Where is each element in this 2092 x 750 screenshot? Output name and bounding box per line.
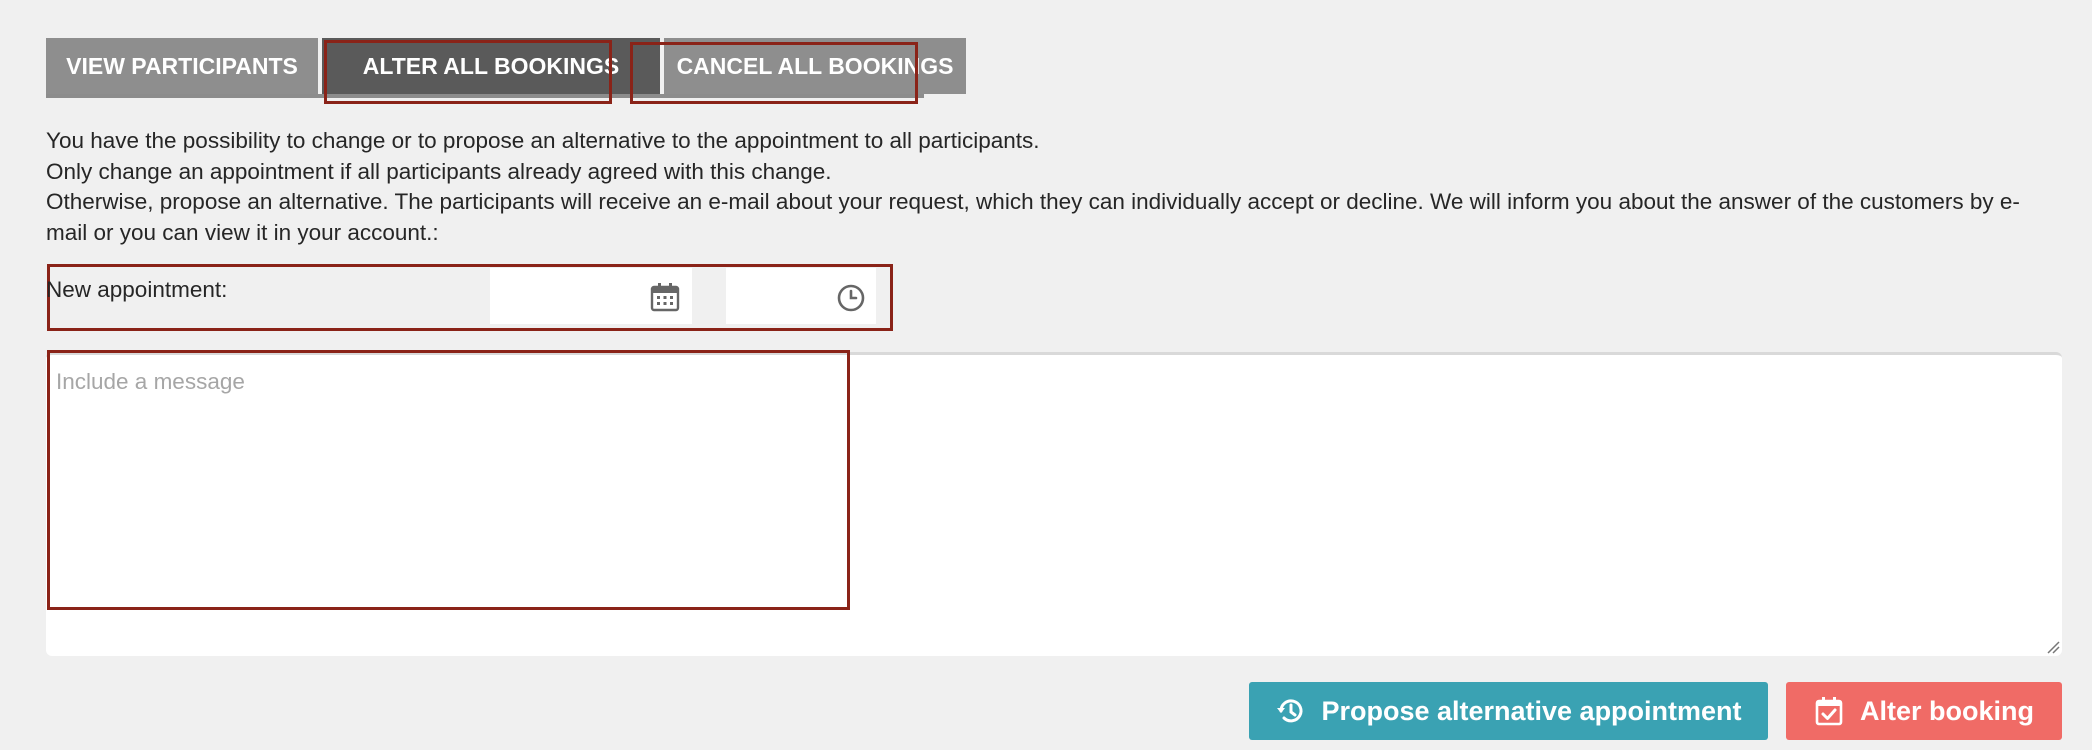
intro-line-2: Only change an appointment if all partic… — [46, 158, 832, 184]
history-icon — [1277, 699, 1303, 723]
date-input[interactable] — [490, 268, 692, 324]
tabs-underline — [46, 94, 924, 98]
tab-cancel-all-bookings[interactable]: CANCEL ALL BOOKINGS — [664, 38, 966, 94]
intro-text: You have the possibility to change or to… — [46, 126, 2046, 248]
intro-line-3: Otherwise, propose an alternative. The p… — [46, 189, 2020, 245]
propose-alternative-label: Propose alternative appointment — [1321, 695, 1742, 726]
alter-booking-label: Alter booking — [1860, 695, 2034, 726]
calendar-icon[interactable] — [650, 282, 680, 312]
clock-icon[interactable] — [836, 283, 866, 313]
tab-alter-all-bookings[interactable]: ALTER ALL BOOKINGS — [322, 38, 660, 94]
alter-booking-button[interactable]: Alter booking — [1786, 682, 2062, 740]
intro-line-1: You have the possibility to change or to… — [46, 128, 1040, 153]
time-input[interactable] — [726, 268, 876, 324]
booking-tabs: VIEW PARTICIPANTS ALTER ALL BOOKINGS CAN… — [46, 38, 966, 98]
alter-bookings-page: VIEW PARTICIPANTS ALTER ALL BOOKINGS CAN… — [0, 0, 2092, 750]
new-appointment-label: New appointment: — [46, 277, 228, 302]
calendar-check-icon — [1815, 697, 1843, 726]
message-placeholder: Include a message — [56, 369, 245, 394]
resize-handle-icon[interactable] — [2046, 640, 2060, 654]
message-textarea[interactable]: Include a message — [46, 352, 2062, 656]
propose-alternative-button[interactable]: Propose alternative appointment — [1249, 682, 1768, 740]
tab-view-participants[interactable]: VIEW PARTICIPANTS — [46, 38, 318, 94]
